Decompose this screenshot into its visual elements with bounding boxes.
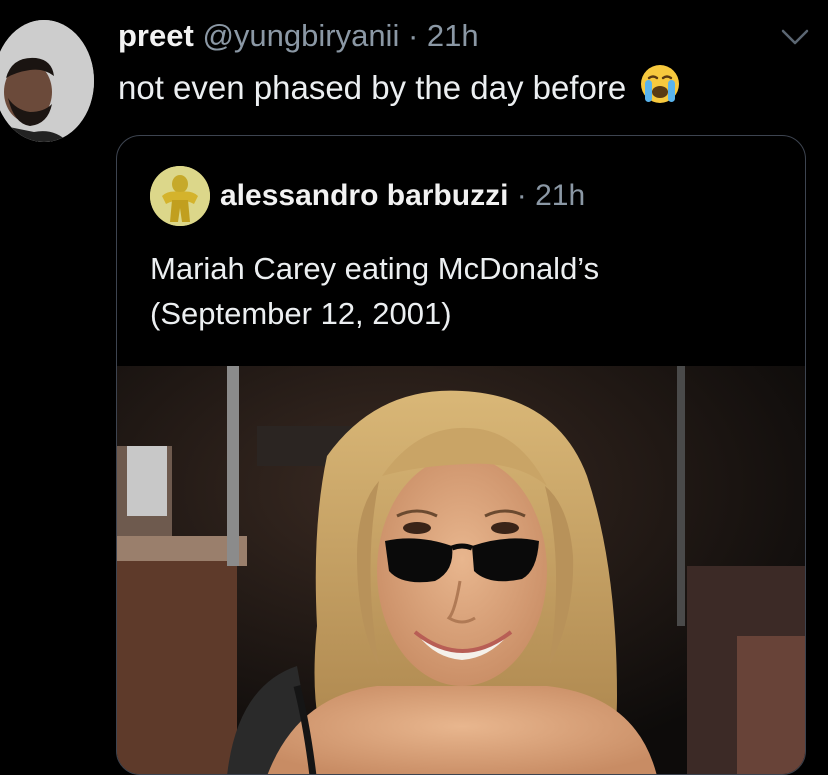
tweet[interactable]: preet @yungbiryanii · 21h not even phase… [0, 0, 828, 775]
quoted-tweet-text-line-2: (September 12, 2001) [150, 296, 452, 331]
chevron-down-icon[interactable] [780, 26, 810, 48]
quoted-header-separator: · [516, 179, 527, 212]
quoted-tweet-photo[interactable] [117, 366, 805, 774]
quoted-author-avatar-image [150, 166, 210, 226]
tweet-text: not even phased by the day before [118, 63, 681, 112]
photo-woman-sunglasses [117, 366, 805, 774]
quoted-tweet-header: alessandro barbuzzi · 21h [220, 174, 585, 218]
quoted-tweet-timestamp[interactable]: 21h [535, 179, 585, 212]
header-separator: · [407, 18, 419, 53]
quoted-tweet-text-line-1: Mariah Carey eating McDonald’s [150, 251, 600, 286]
quoted-author-avatar[interactable] [150, 166, 210, 226]
quoted-tweet-text: Mariah Carey eating McDonald’s (Septembe… [150, 246, 599, 336]
tweet-text-content: not even phased by the day before [118, 69, 627, 106]
quoted-author-name[interactable]: alessandro barbuzzi [220, 179, 508, 212]
author-avatar[interactable] [0, 20, 94, 142]
author-handle[interactable]: @yungbiryanii [202, 18, 399, 53]
tweet-timestamp[interactable]: 21h [427, 18, 479, 53]
quoted-tweet[interactable]: alessandro barbuzzi · 21h Mariah Carey e… [116, 135, 806, 775]
author-avatar-image [0, 20, 94, 142]
author-name[interactable]: preet [118, 18, 194, 53]
tweet-header: preet @yungbiryanii · 21h [118, 14, 479, 58]
loudly-crying-face-icon [641, 65, 680, 103]
